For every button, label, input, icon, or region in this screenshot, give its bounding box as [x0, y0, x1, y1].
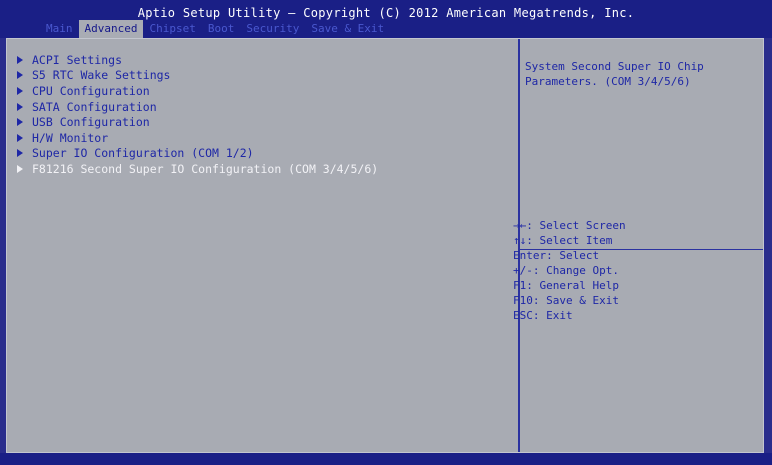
key-hint-select-screen: →←: Select Screen: [513, 219, 626, 232]
menu-item-sata-configuration[interactable]: SATA Configuration: [17, 99, 378, 115]
menu-item-hw-monitor[interactable]: H/W Monitor: [17, 130, 378, 146]
setup-panel: ACPI Settings S5 RTC Wake Settings CPU C…: [6, 38, 764, 453]
menu-item-label: H/W Monitor: [32, 130, 109, 145]
key-hint-general-help: F1: General Help: [513, 279, 619, 292]
key-hint-exit: ESC: Exit: [513, 309, 573, 322]
menu-item-s5-rtc-wake-settings[interactable]: S5 RTC Wake Settings: [17, 68, 378, 84]
submenu-arrow-icon: [17, 86, 23, 95]
submenu-arrow-icon: [17, 149, 23, 158]
tab-chipset[interactable]: Chipset: [143, 20, 201, 38]
key-hint-select-item: ↑↓: Select Item: [513, 234, 613, 247]
key-hint-enter-select: Enter: Select: [513, 249, 600, 262]
menu-item-super-io-configuration[interactable]: Super IO Configuration (COM 1/2): [17, 146, 378, 162]
submenu-arrow-icon: [17, 71, 23, 80]
menu-item-acpi-settings[interactable]: ACPI Settings: [17, 52, 378, 68]
menu-item-label: S5 RTC Wake Settings: [32, 68, 171, 83]
menu-item-usb-configuration[interactable]: USB Configuration: [17, 114, 378, 130]
status-bar: [0, 453, 772, 465]
window-title: Aptio Setup Utility – Copyright (C) 2012…: [137, 6, 635, 20]
menu-item-label: ACPI Settings: [32, 52, 123, 67]
key-legend: →←: Select Screen ↑↓: Select Item Enter:…: [513, 218, 626, 323]
title-bar: Aptio Setup Utility – Copyright (C) 2012…: [0, 0, 772, 38]
submenu-arrow-icon: [17, 118, 23, 127]
submenu-arrow-icon: [17, 164, 23, 173]
tab-save-exit[interactable]: Save & Exit: [305, 20, 390, 38]
submenu-arrow-icon: [17, 55, 23, 64]
item-help-text: System Second Super IO Chip Parameters. …: [525, 60, 704, 88]
menu-item-label: CPU Configuration: [32, 83, 150, 98]
menu-item-label: SATA Configuration: [32, 99, 157, 114]
key-hint-save-exit: F10: Save & Exit: [513, 294, 619, 307]
advanced-menu: ACPI Settings S5 RTC Wake Settings CPU C…: [17, 52, 378, 177]
menu-item-label: USB Configuration: [32, 115, 150, 130]
tab-main[interactable]: Main: [40, 20, 79, 38]
menu-item-second-super-io-configuration[interactable]: F81216 Second Super IO Configuration (CO…: [17, 161, 378, 177]
menu-item-cpu-configuration[interactable]: CPU Configuration: [17, 83, 378, 99]
submenu-arrow-icon: [17, 102, 23, 111]
menu-item-label: Super IO Configuration (COM 1/2): [32, 146, 254, 161]
menu-item-label: F81216 Second Super IO Configuration (CO…: [32, 161, 379, 176]
submenu-arrow-icon: [17, 133, 23, 142]
bios-setup-screen: Aptio Setup Utility – Copyright (C) 2012…: [0, 0, 772, 465]
key-hint-change-option: +/-: Change Opt.: [513, 264, 619, 277]
tab-bar: Main Advanced Chipset Boot Security Save…: [40, 20, 390, 38]
tab-security[interactable]: Security: [240, 20, 305, 38]
tab-advanced[interactable]: Advanced: [78, 20, 144, 38]
tab-boot[interactable]: Boot: [202, 20, 241, 38]
